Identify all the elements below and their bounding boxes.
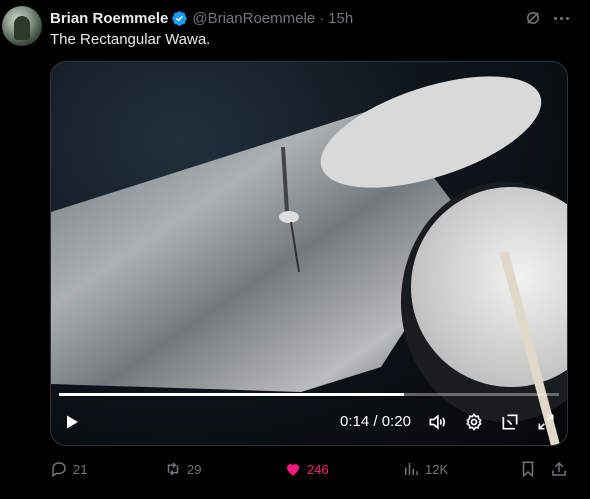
separator-dot: · [319,9,325,27]
pip-icon[interactable] [499,411,521,433]
settings-icon[interactable] [463,411,485,433]
reply-icon [52,462,66,478]
avatar[interactable] [2,6,42,46]
author-handle[interactable]: @BrianRoemmele [192,10,315,27]
video-player[interactable]: 0:14 / 0:20 [50,61,568,446]
video-progress-bar[interactable] [59,393,559,396]
share-button[interactable] [550,459,568,479]
repost-count: 29 [187,461,202,477]
reply-count: 21 [73,461,88,477]
reply-button[interactable]: 21 [50,459,87,479]
video-frame [51,76,567,445]
repost-button[interactable]: 29 [164,459,201,479]
volume-icon[interactable] [426,411,448,433]
fullscreen-icon[interactable] [535,411,557,433]
share-icon [552,461,566,476]
more-icon[interactable] [550,9,572,27]
post-time[interactable]: 15h [328,10,353,27]
views-icon [405,463,418,475]
video-time-separator: / [373,413,378,430]
video-time-readout: 0:14 / 0:20 [340,413,411,430]
video-current-time: 0:14 [340,413,370,430]
like-count: 246 [307,461,329,477]
post-header: Brian Roemmele @BrianRoemmele · 15h [50,8,353,28]
author-name[interactable]: Brian Roemmele [50,10,168,27]
video-controls: 0:14 / 0:20 [51,397,567,445]
repost-icon [167,462,179,476]
heart-icon [287,464,299,476]
play-icon[interactable] [61,411,83,433]
like-button[interactable]: 246 [284,459,329,479]
video-duration: 0:20 [381,413,411,430]
grok-icon[interactable] [524,9,542,27]
post-actions: 21 29 246 12K [50,459,570,479]
video-progress-fill [59,393,404,396]
views-count: 12K [425,461,449,477]
views-button[interactable]: 12K [402,459,448,479]
bookmark-icon [522,461,534,478]
bookmark-button[interactable] [519,459,537,479]
post-text: The Rectangular Wawa. [50,31,211,48]
verified-badge-icon [172,10,188,26]
